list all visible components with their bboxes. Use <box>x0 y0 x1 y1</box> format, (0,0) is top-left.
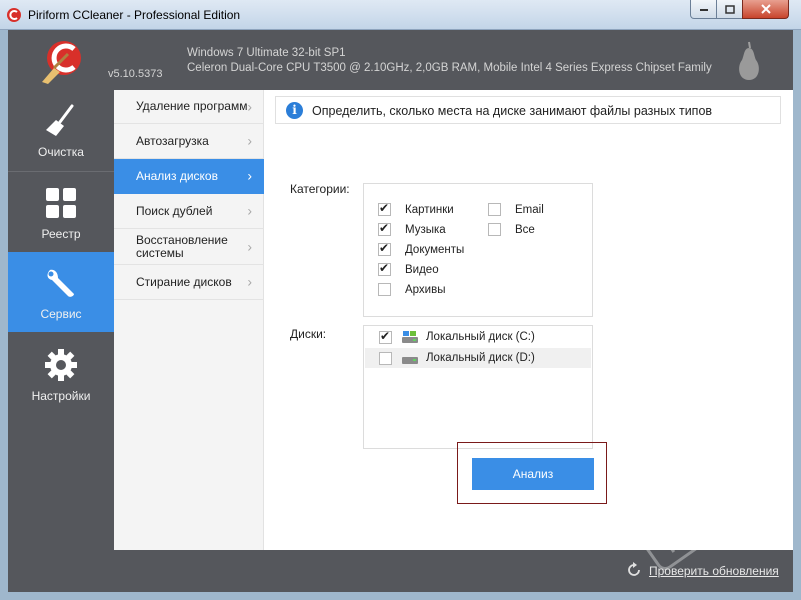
watermark-logo <box>641 465 769 571</box>
subnav-item-uninstall[interactable]: Удаление программ › <box>114 90 264 124</box>
checkbox[interactable] <box>378 283 391 296</box>
subnav-label: Поиск дублей <box>136 203 213 218</box>
checkbox-label: Картинки <box>405 203 454 216</box>
checkbox[interactable] <box>379 329 392 344</box>
info-text: Определить, сколько места на диске заним… <box>312 104 713 118</box>
checkbox-label: Все <box>515 223 535 236</box>
system-drive-icon <box>402 331 418 343</box>
main-nav: Очистка Реестр Сервис Настройки <box>8 90 114 592</box>
chevron-right-icon: › <box>247 238 252 254</box>
ccleaner-logo <box>42 41 81 84</box>
categories-label: Категории: <box>290 182 350 196</box>
category-archives[interactable]: Архивы <box>378 283 446 296</box>
checkbox-label: Музыка <box>405 223 446 236</box>
gear-icon <box>45 349 77 381</box>
disk-item-d[interactable]: Локальный диск (D:) <box>365 348 591 368</box>
close-icon <box>760 4 771 14</box>
chevron-right-icon: › <box>247 167 252 184</box>
checkbox-label: Видео <box>405 263 439 276</box>
grid-icon <box>46 188 76 218</box>
wrench-icon <box>47 269 74 297</box>
maximize-button[interactable] <box>716 0 743 19</box>
broom-icon <box>46 104 74 136</box>
categories-box: Картинки Музыка Документы Видео Архивы E… <box>363 183 593 317</box>
nav-item-tools[interactable]: Сервис <box>8 252 114 332</box>
window-title: Piriform CCleaner - Professional Edition <box>28 8 241 22</box>
category-all[interactable]: Все <box>488 223 535 236</box>
checkbox[interactable] <box>378 221 391 236</box>
os-info: Windows 7 Ultimate 32-bit SP1 <box>187 47 346 59</box>
disks-label: Диски: <box>290 327 327 341</box>
disk-label: Локальный диск (D:) <box>426 352 535 364</box>
subnav-label: Удаление программ <box>136 99 248 113</box>
nav-label: Сервис <box>40 307 82 321</box>
hardware-info: Celeron Dual-Core CPU T3500 @ 2.10GHz, 2… <box>187 62 712 74</box>
app-version: v5.10.5373 <box>108 68 163 80</box>
tools-subnav: Удаление программ › Автозагрузка › Анали… <box>114 90 264 550</box>
disk-item-c[interactable]: Локальный диск (C:) <box>365 327 591 347</box>
checkbox-label: Email <box>515 203 544 216</box>
ccleaner-app-icon <box>7 8 21 22</box>
nav-item-settings[interactable]: Настройки <box>8 334 114 414</box>
window-titlebar: Piriform CCleaner - Professional Edition <box>0 0 801 30</box>
nav-item-registry[interactable]: Реестр <box>8 172 114 252</box>
category-documents[interactable]: Документы <box>378 241 465 256</box>
category-video[interactable]: Видео <box>378 261 439 276</box>
checkbox[interactable] <box>378 261 391 276</box>
subnav-label: Анализ дисков <box>136 168 218 183</box>
subnav-label: Восстановление системы <box>136 232 228 260</box>
nav-label: Очистка <box>38 145 84 159</box>
subnav-item-startup[interactable]: Автозагрузка › <box>114 124 264 159</box>
category-email[interactable]: Email <box>488 203 544 216</box>
chevron-right-icon: › <box>247 273 252 290</box>
info-bar: i Определить, сколько места на диске зан… <box>275 96 781 124</box>
checkbox[interactable] <box>488 203 501 216</box>
chevron-right-icon: › <box>247 98 252 114</box>
subnav-label: Автозагрузка <box>136 133 209 148</box>
subnav-item-system-restore[interactable]: Восстановление системы › <box>114 229 264 265</box>
disk-label: Локальный диск (C:) <box>426 331 535 343</box>
checkbox[interactable] <box>378 201 391 216</box>
hard-drive-icon <box>402 357 418 364</box>
maximize-icon <box>724 4 735 14</box>
chevron-right-icon: › <box>247 132 252 149</box>
app-header: v5.10.5373 Windows 7 Ultimate 32-bit SP1… <box>8 30 793 90</box>
system-info: Windows 7 Ultimate 32-bit SP1 Celeron Du… <box>187 46 712 76</box>
nav-label: Настройки <box>31 389 91 403</box>
minimize-icon <box>699 9 708 11</box>
checkbox[interactable] <box>488 223 501 236</box>
subnav-item-disk-analyzer[interactable]: Анализ дисков › <box>114 159 264 194</box>
piriform-pear-icon <box>739 41 759 80</box>
disks-list: Локальный диск (C:) Локальный диск (D:) <box>363 325 593 449</box>
subnav-item-duplicate-finder[interactable]: Поиск дублей › <box>114 194 264 229</box>
analyze-button[interactable]: Анализ <box>472 458 594 490</box>
nav-label: Реестр <box>41 227 81 241</box>
minimize-button[interactable] <box>690 0 717 19</box>
checkbox[interactable] <box>378 241 391 256</box>
subnav-label: Стирание дисков <box>136 274 232 289</box>
close-button[interactable] <box>742 0 789 19</box>
subnav-item-drive-wiper[interactable]: Стирание дисков › <box>114 265 264 300</box>
nav-item-cleaner[interactable]: Очистка <box>8 90 114 170</box>
chevron-right-icon: › <box>247 202 252 219</box>
category-pictures[interactable]: Картинки <box>378 201 454 216</box>
checkbox[interactable] <box>379 351 392 365</box>
checkbox-label: Архивы <box>405 283 446 296</box>
info-icon: i <box>286 102 303 119</box>
category-music[interactable]: Музыка <box>378 221 446 236</box>
checkbox-label: Документы <box>405 243 465 256</box>
